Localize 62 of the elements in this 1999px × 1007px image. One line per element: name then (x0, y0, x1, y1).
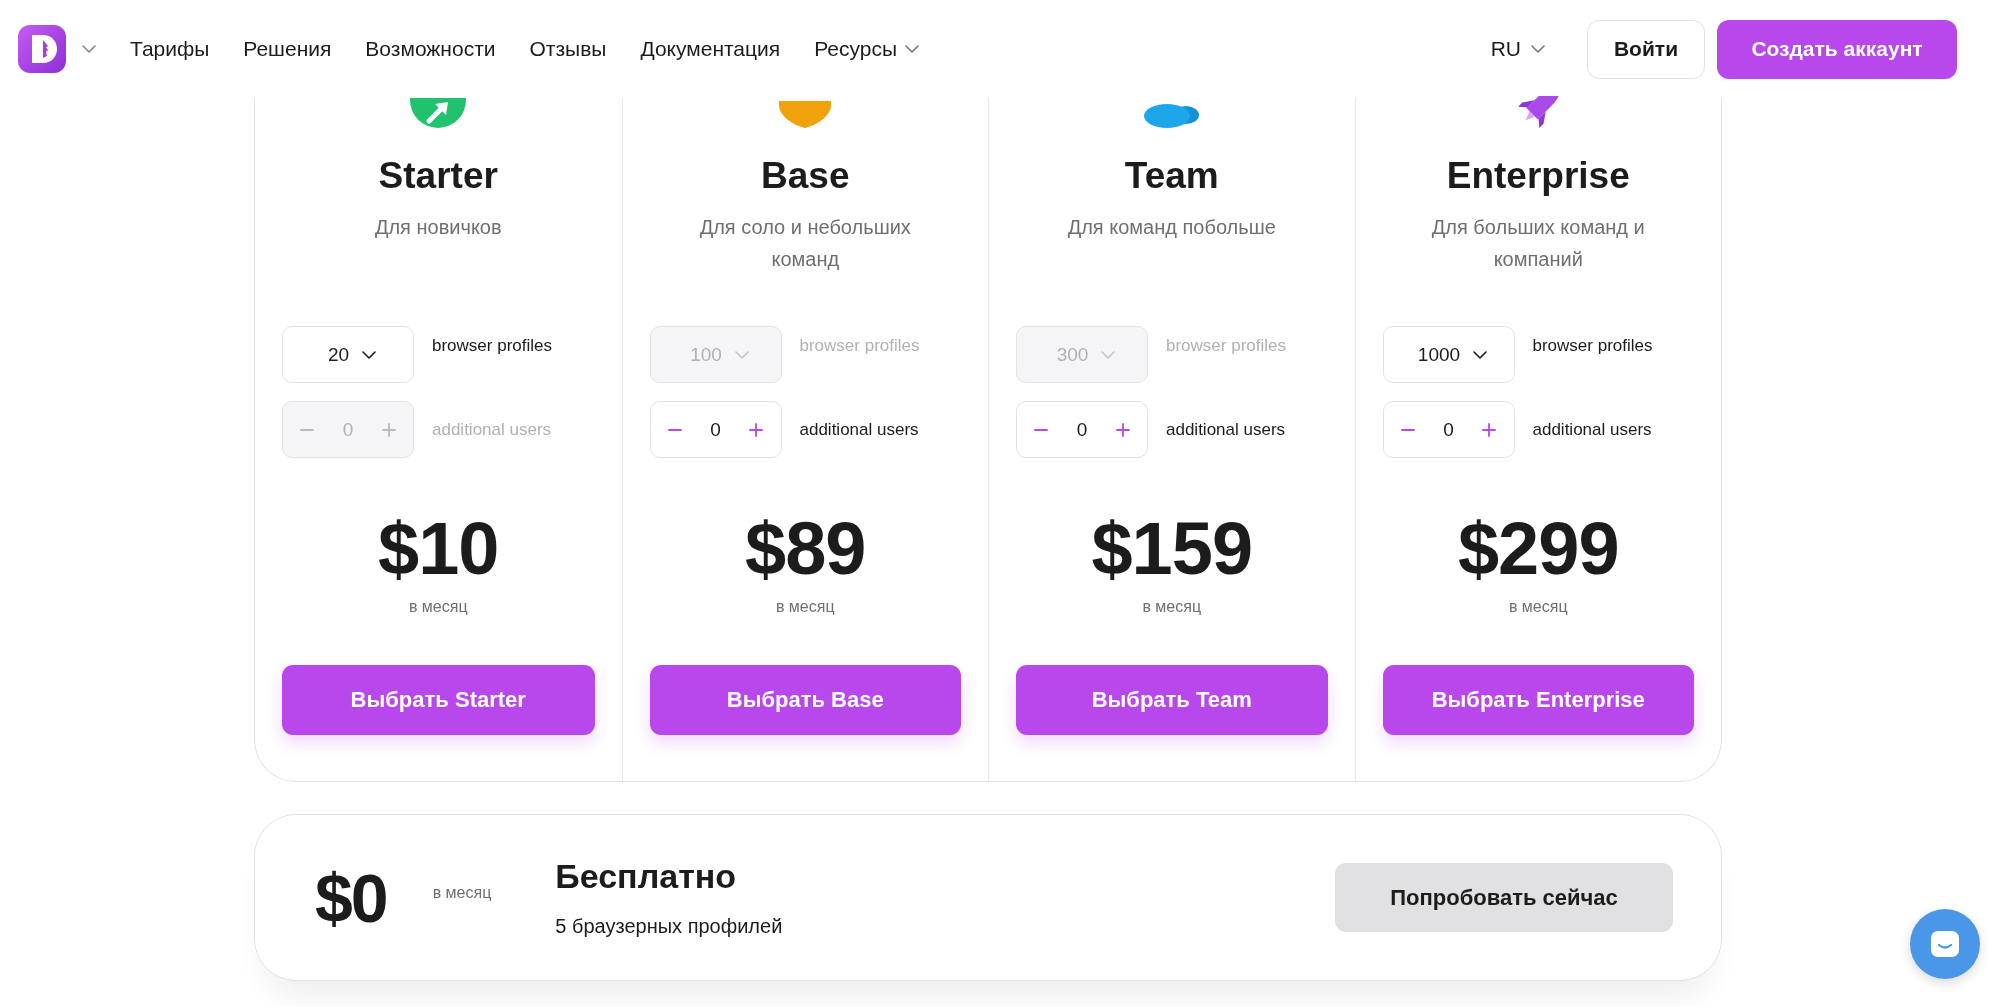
nav-link[interactable]: Отзывы (529, 37, 607, 61)
profiles-dropdown[interactable]: 1000 (1382, 326, 1515, 383)
price-period: в месяц (408, 597, 468, 617)
caret-icon[interactable] (362, 350, 377, 359)
price-period: в месяц (775, 597, 835, 617)
choose-plan-button[interactable]: Выбрать Starter (282, 665, 595, 735)
users-count: 0 (342, 418, 354, 441)
plan-title: Starter (378, 154, 498, 198)
nav-link[interactable]: Возможности (365, 37, 496, 61)
logo-icon[interactable] (18, 25, 66, 73)
price: $0 (315, 858, 387, 938)
price: $159 (1091, 506, 1253, 592)
plus-icon[interactable] (1116, 422, 1130, 437)
plan-title: Team (1124, 154, 1219, 198)
plus-icon[interactable] (749, 422, 764, 437)
users-stepper[interactable]: 0 (1382, 401, 1515, 458)
create-account-button[interactable]: Создать аккаунт (1717, 19, 1957, 79)
plan-description: Для соло и небольших команд (698, 215, 912, 272)
bubbles-icon (1143, 104, 1200, 128)
plan-description: Для больших команд и компаний (1430, 215, 1646, 272)
price-period: в месяц (432, 883, 492, 902)
field-label: browser profiles (432, 336, 552, 356)
field-label: browser profiles (1166, 336, 1286, 356)
field-label: additional users (1532, 419, 1652, 440)
users-count: 0 (710, 418, 721, 441)
language-selector[interactable]: RU (1490, 37, 1545, 61)
choose-plan-button[interactable]: Выбрать Base (649, 665, 961, 735)
field-label: additional users (432, 419, 552, 440)
plan-title: Enterprise (1446, 154, 1630, 198)
plan-description: 5 браузерных профилей (555, 914, 783, 939)
field-label: browser profiles (799, 336, 920, 356)
choose-plan-button[interactable]: Выбрать Team (1016, 665, 1328, 735)
choose-plan-button[interactable]: Выбрать Enterprise (1382, 665, 1694, 735)
nav-link[interactable]: Решения (243, 37, 332, 61)
rocket-icon (1516, 96, 1561, 128)
price-period: в месяц (1142, 597, 1202, 617)
users-count: 0 (1443, 418, 1454, 441)
plan-description: Для команд побольше (1067, 215, 1276, 240)
caret-icon[interactable] (1473, 350, 1488, 359)
plus-icon[interactable] (1482, 422, 1497, 437)
plan-description: Для новичков (374, 215, 502, 240)
nav-link[interactable]: Тарифы (130, 37, 210, 61)
users-stepper[interactable]: 0 (1016, 401, 1148, 458)
plan-title: Бесплатно (555, 856, 737, 896)
price: $10 (378, 506, 499, 592)
field-label: browser profiles (1532, 336, 1653, 356)
chat-icon (1931, 931, 1959, 957)
price-period: в месяц (1508, 597, 1568, 617)
price: $89 (745, 506, 866, 592)
field-label: additional users (799, 419, 919, 440)
try-now-button[interactable]: Попробовать сейчас (1335, 863, 1673, 932)
chat-button[interactable] (1910, 909, 1980, 979)
users-count: 0 (1076, 418, 1088, 441)
field-label: additional users (1166, 419, 1286, 440)
price: $299 (1457, 506, 1619, 592)
shield-icon (779, 101, 832, 128)
plan-title: Base (761, 154, 850, 198)
profiles-dropdown[interactable]: 20 (282, 326, 414, 383)
nav-link[interactable]: Ресурсы (814, 37, 919, 61)
nav-link[interactable]: Документация (640, 37, 781, 61)
login-button[interactable]: Войти (1587, 19, 1705, 79)
users-stepper[interactable]: 0 (649, 401, 782, 458)
